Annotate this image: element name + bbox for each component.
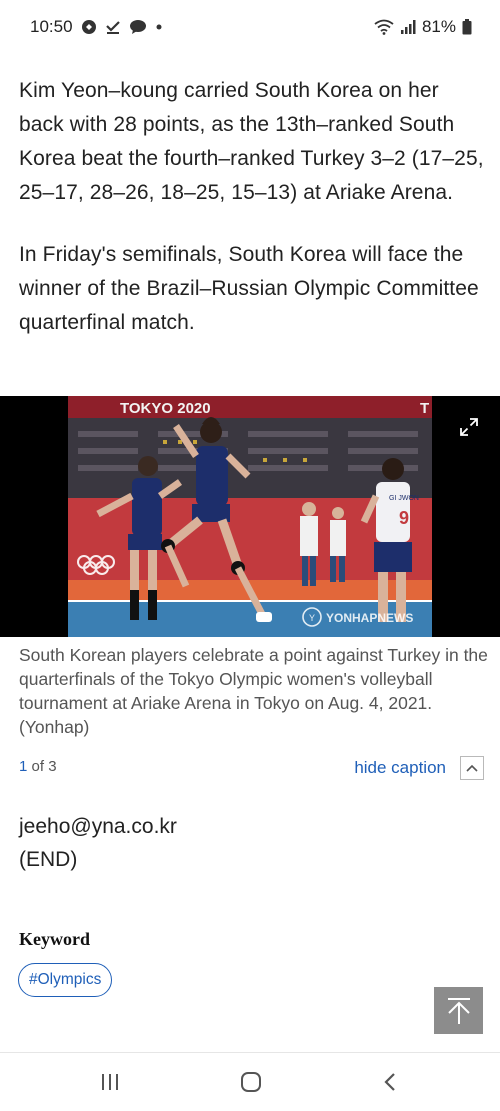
screen: 10:50 81% Kim Yeon–koung carried South K… bbox=[0, 0, 500, 1111]
photo-viewer[interactable]: TOKYO 2020 T GI JWON 9 Y YONHAPNEWS bbox=[0, 396, 500, 637]
status-right: 81% bbox=[374, 17, 472, 37]
photo-caption: South Korean players celebrate a point a… bbox=[19, 645, 488, 737]
article-body: Kim Yeon–koung carried South Korea on he… bbox=[19, 74, 485, 368]
photo-watermark: YONHAPNEWS bbox=[326, 611, 413, 625]
chat-bubble-icon bbox=[129, 19, 147, 35]
app-notification-icon bbox=[81, 19, 97, 35]
pager-current: 1 bbox=[19, 758, 28, 775]
battery-percent: 81% bbox=[421, 17, 456, 36]
arrow-up-icon bbox=[447, 997, 470, 1024]
signal-icon bbox=[400, 19, 416, 35]
banner-text: TOKYO 2020 bbox=[120, 400, 211, 417]
svg-text:Y: Y bbox=[309, 613, 315, 623]
battery-icon bbox=[462, 19, 472, 35]
pager-total: of 3 bbox=[31, 758, 57, 775]
status-bar: 10:50 81% bbox=[0, 0, 500, 54]
jersey-name: GI JWON bbox=[389, 495, 419, 502]
article-end-marker: (END) bbox=[19, 848, 78, 871]
expand-fullscreen-icon[interactable] bbox=[458, 416, 480, 438]
author-email[interactable]: jeeho@yna.co.kr bbox=[19, 810, 177, 843]
article-photo[interactable]: TOKYO 2020 T GI JWON 9 Y YONHAPNEWS bbox=[68, 396, 432, 637]
article-paragraph: Kim Yeon–koung carried South Korea on he… bbox=[19, 79, 484, 204]
more-notifications-dot-icon bbox=[155, 23, 163, 31]
svg-text:T: T bbox=[420, 400, 429, 417]
status-time: 10:50 bbox=[30, 17, 73, 36]
system-navigation-bar bbox=[0, 1052, 500, 1111]
status-left: 10:50 bbox=[30, 17, 163, 37]
recent-apps-icon[interactable] bbox=[95, 1069, 125, 1095]
photo-pager: 1 of 3 bbox=[19, 758, 57, 775]
back-icon[interactable] bbox=[375, 1069, 405, 1095]
wifi-icon bbox=[374, 19, 394, 35]
download-check-icon bbox=[105, 19, 121, 35]
keyword-heading: Keyword bbox=[19, 929, 90, 949]
article-paragraph: In Friday's semifinals, South Korea will… bbox=[19, 243, 479, 334]
jersey-number: 9 bbox=[399, 508, 409, 528]
hide-caption-link[interactable]: hide caption bbox=[354, 758, 446, 778]
keyword-tag[interactable]: #Olympics bbox=[18, 963, 113, 997]
scroll-to-top-button[interactable] bbox=[434, 987, 483, 1034]
chevron-up-icon bbox=[466, 764, 478, 772]
home-icon[interactable] bbox=[236, 1069, 266, 1095]
collapse-caption-button[interactable] bbox=[460, 756, 484, 780]
author-contact: jeeho@yna.co.kr (END) bbox=[19, 810, 177, 876]
